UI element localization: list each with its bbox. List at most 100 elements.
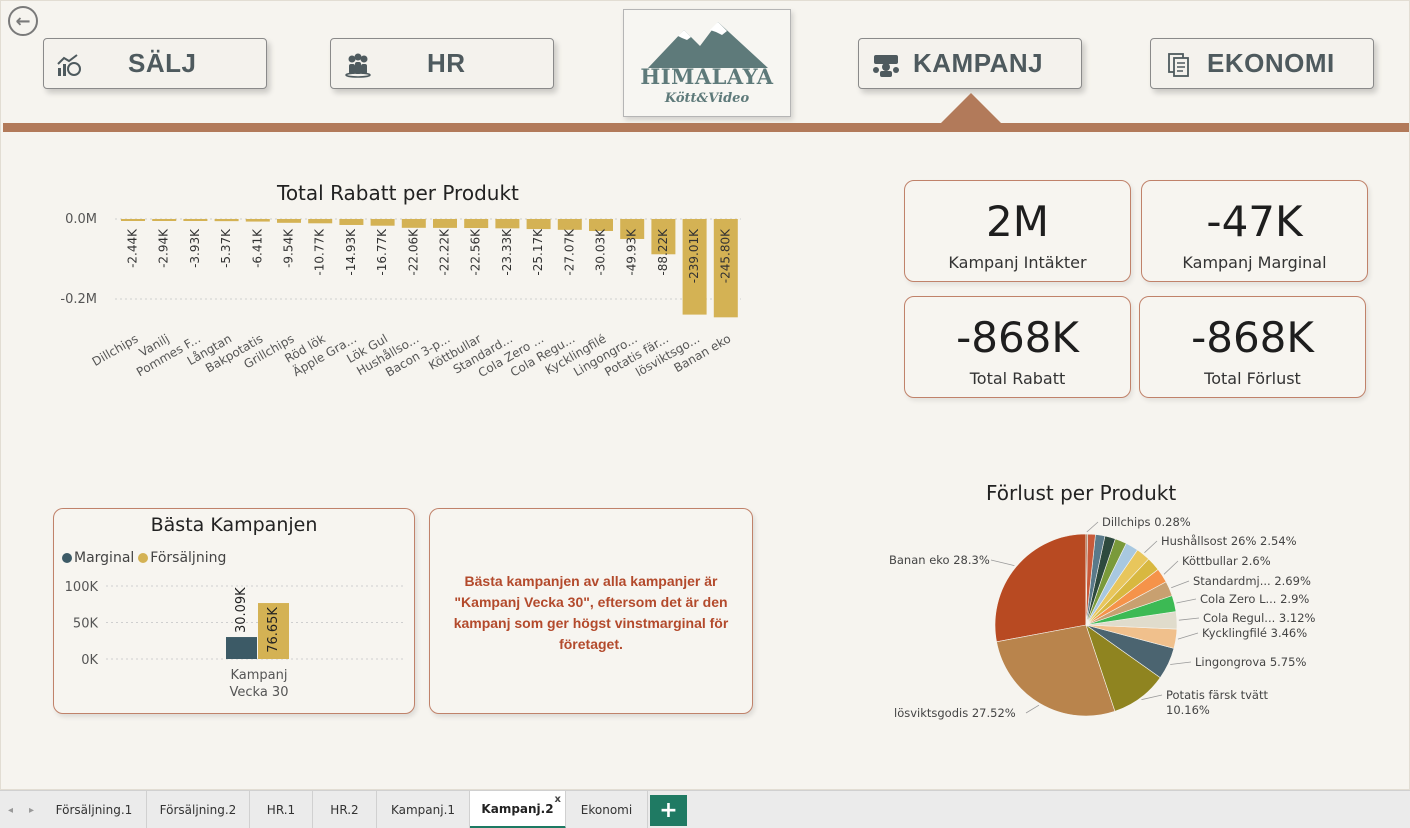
logo-title: HIMALAYA	[640, 64, 774, 89]
nav-button-hr[interactable]: HR	[330, 38, 554, 89]
bar-data-label: -22.22K	[438, 228, 452, 276]
bar-data-label: -2.44K	[126, 228, 140, 268]
bar-data-label: -2.94K	[157, 228, 171, 268]
pie-leader-line	[990, 559, 1015, 567]
pie-data-label: 10.16%	[1166, 703, 1210, 717]
bar	[339, 219, 364, 225]
pie-leader-line	[1171, 580, 1190, 589]
scroll-right-icon[interactable]: ▸	[29, 805, 34, 816]
nav-label-hr: HR	[427, 48, 466, 78]
kpi-caption: Kampanj Intäkter	[948, 253, 1087, 272]
bar-data-label: -25.17K	[531, 228, 545, 276]
kpi-value: -868K	[956, 313, 1079, 362]
bar	[526, 219, 551, 230]
kpi-value: -47K	[1206, 197, 1303, 246]
pie-data-label: lösviktsgodis 27.52%	[894, 706, 1016, 720]
kpi-kampanj-marginal: -47K Kampanj Marginal	[1141, 180, 1368, 282]
bar-data-label: -22.56K	[469, 228, 483, 276]
pie-leader-line	[1176, 598, 1197, 604]
legend-label-forsaljning: Försäljning	[150, 550, 227, 566]
bar-data-label: -9.54K	[282, 228, 296, 268]
bar	[495, 219, 520, 229]
tab-label: HR.1	[266, 803, 296, 817]
x-tick-label: Kampanj	[231, 668, 288, 683]
tab-forsaljning-2[interactable]: Försäljning.2	[147, 791, 250, 828]
kpi-value: -868K	[1191, 313, 1314, 362]
pie-data-label: Lingongrova 5.75%	[1195, 655, 1306, 669]
conclusion-text: Bästa kampanjen av alla kampanjer är "Ka…	[453, 573, 729, 652]
bar-data-label: -22.06K	[406, 228, 420, 276]
active-page-pointer	[939, 93, 1003, 125]
bar	[277, 219, 301, 223]
y-tick-label: -0.2M	[60, 292, 97, 307]
pie-leader-line	[1144, 540, 1158, 553]
x-tick-label: Dillchips	[90, 331, 141, 368]
tab-label: Kampanj.1	[390, 803, 456, 817]
campaign-people-icon	[873, 55, 899, 77]
basta-title: Bästa Kampanjen	[150, 514, 318, 536]
add-page-button[interactable]: +	[650, 795, 687, 826]
bar	[245, 219, 270, 222]
bar	[370, 219, 395, 226]
bar	[152, 219, 177, 221]
tab-label: Försäljning.1	[55, 803, 133, 817]
y-tick-label: 0.0M	[65, 212, 97, 227]
kpi-caption: Total Förlust	[1204, 369, 1301, 388]
header-divider	[3, 123, 1409, 132]
pie-data-label: Cola Regul... 3.12%	[1203, 611, 1316, 625]
bar-data-label: -5.37K	[219, 228, 233, 268]
pie-data-label: Potatis färsk tvätt	[1166, 688, 1268, 702]
nav-label-salj: SÄLJ	[128, 48, 197, 78]
scroll-left-icon[interactable]: ◂	[8, 805, 13, 816]
pie-leader-line	[1141, 694, 1163, 701]
tab-kampanj-2[interactable]: Kampanj.2 x	[470, 791, 566, 828]
bar	[214, 219, 239, 222]
bar-data-label: -14.93K	[344, 228, 358, 276]
bar-marginal	[226, 637, 257, 659]
legend-marker-marginal	[62, 553, 72, 563]
kpi-caption: Kampanj Marginal	[1182, 253, 1327, 272]
tab-scroll-arrows: ◂ ▸	[0, 791, 42, 828]
bar-data-label: -23.33K	[500, 228, 514, 276]
bar	[121, 219, 145, 221]
pie-data-label: Cola Zero L... 2.9%	[1200, 592, 1309, 606]
nav-button-ekonomi[interactable]: EKONOMI	[1150, 38, 1374, 89]
page-tab-bar: ◂ ▸ Försäljning.1 Försäljning.2 HR.1 HR.…	[0, 790, 1410, 828]
pie-data-label: Standardmj... 2.69%	[1193, 574, 1311, 588]
tab-label: Kampanj.2	[481, 801, 554, 816]
pie-leader-line	[1177, 632, 1199, 640]
tab-hr-1[interactable]: HR.1	[250, 791, 313, 828]
pie-slice	[994, 533, 1087, 643]
rabatt-bar-chart: 0.0M-0.2M-2.44KDillchips-2.94KVanilj-3.9…	[60, 212, 741, 380]
legend-marker-forsaljning	[138, 553, 149, 563]
kpi-total-forlust: -868K Total Förlust	[1139, 296, 1366, 398]
pie-data-label: Kycklingfilé 3.46%	[1202, 626, 1307, 640]
basta-bar-chart: 100K 50K 0K 30.09K 76.65K Kampanj Vecka 30	[65, 580, 406, 700]
bar-data-label: -239.01K	[687, 228, 701, 283]
tab-hr-2[interactable]: HR.2	[313, 791, 377, 828]
documents-icon	[1168, 53, 1189, 77]
nav-button-salj[interactable]: SÄLJ	[43, 38, 267, 89]
bar	[557, 219, 582, 230]
bar-data-label: -88.22K	[656, 228, 670, 276]
pie-leader-line	[1163, 560, 1179, 575]
basta-legend: Marginal Försäljning	[62, 550, 226, 566]
pie-leader-line	[1025, 704, 1040, 714]
bar	[401, 219, 426, 228]
tab-kampanj-1[interactable]: Kampanj.1	[377, 791, 470, 828]
nav-label-ekonomi: EKONOMI	[1207, 48, 1335, 78]
bar-data-label: 30.09K	[234, 587, 249, 633]
tab-ekonomi[interactable]: Ekonomi	[566, 791, 648, 828]
bar	[464, 219, 489, 229]
close-tab-icon[interactable]: x	[555, 794, 561, 805]
pie-data-label: Banan eko 28.3%	[889, 553, 990, 567]
tab-forsaljning-1[interactable]: Försäljning.1	[42, 791, 147, 828]
nav-button-kampanj[interactable]: KAMPANJ	[858, 38, 1082, 89]
himalaya-logo: HIMALAYA Kött&Video	[623, 9, 791, 117]
pie-leader-line	[1086, 521, 1099, 533]
y-tick-label: 100K	[65, 580, 99, 595]
forlust-pie-chart: Banan eko 28.3% lösviktsgodis 27.52% Potat…	[889, 515, 1316, 720]
bar-data-label: -245.80K	[718, 228, 732, 283]
back-arrow-icon[interactable]: ←	[8, 6, 38, 36]
kpi-total-rabatt: -868K Total Rabatt	[904, 296, 1131, 398]
